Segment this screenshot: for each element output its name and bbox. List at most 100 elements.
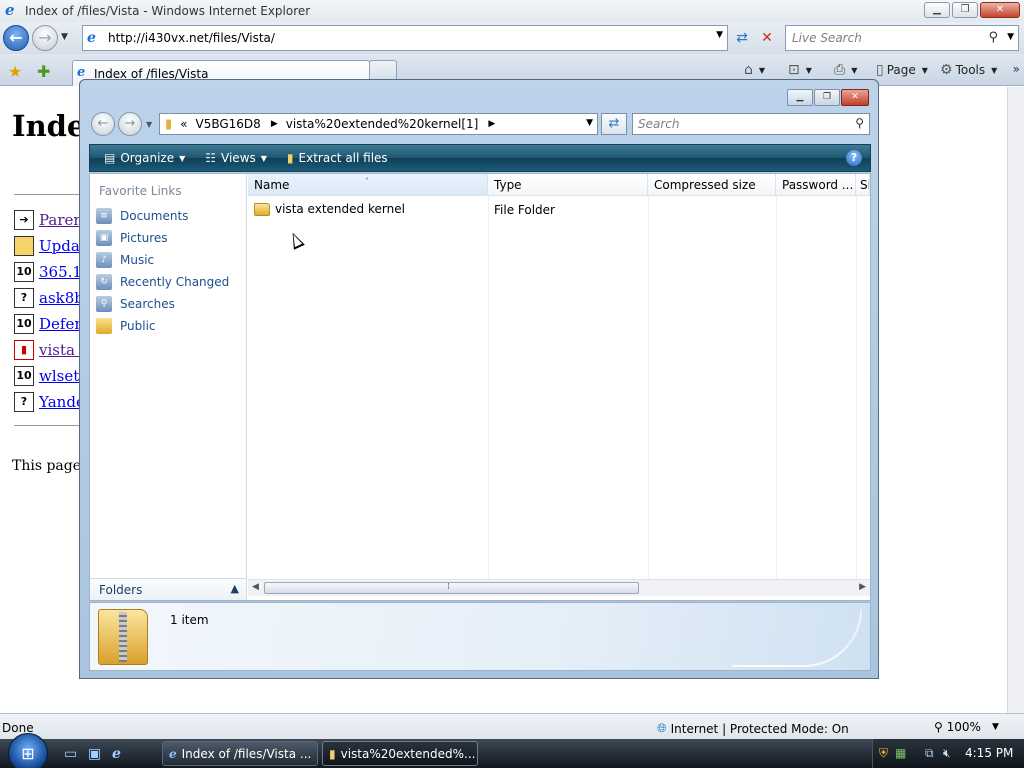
- clock[interactable]: 4:15 PM: [965, 746, 1013, 760]
- show-desktop-icon[interactable]: ▭: [64, 746, 77, 762]
- favorite-link-label: Public: [120, 319, 156, 333]
- favorite-link-public[interactable]: Public: [94, 316, 156, 336]
- tools-menu-label: Tools: [955, 63, 986, 77]
- column-header-name[interactable]: ˄ Name: [248, 174, 488, 196]
- favorite-link-label: Recently Changed: [120, 275, 230, 289]
- scroll-right-arrow-icon[interactable]: ▶: [859, 582, 866, 592]
- extract-all-files-label: Extract all files: [298, 151, 388, 165]
- recently-changed-icon: ↻: [96, 274, 112, 290]
- ie-minimize-button[interactable]: ▁: [924, 2, 950, 18]
- gear-icon: ⚙: [940, 62, 953, 78]
- dir-item[interactable]: ➔ Parent: [14, 209, 89, 231]
- recent-pages-dropdown[interactable]: ▼: [61, 32, 68, 42]
- explorer-maximize-button[interactable]: ❐: [814, 89, 840, 106]
- dir-item[interactable]: Updat: [14, 235, 86, 257]
- feeds-button[interactable]: ⊡ ▼: [788, 62, 812, 78]
- add-to-favorites-icon[interactable]: ✚: [37, 62, 50, 81]
- dir-item[interactable]: ? Yande: [14, 391, 85, 413]
- search-icon[interactable]: ⚲: [988, 30, 998, 45]
- views-button[interactable]: ☷ Views ▼: [199, 146, 273, 170]
- chevron-right-icon[interactable]: ▶: [488, 119, 495, 129]
- explorer-address-bar[interactable]: ▮ « V5BG16D8 ▶ vista%20extended%20kernel…: [159, 113, 598, 135]
- ie-maximize-button[interactable]: ❐: [952, 2, 978, 18]
- chevron-down-icon: ▼: [260, 153, 267, 163]
- favorite-link-recently-changed[interactable]: ↻ Recently Changed: [94, 272, 229, 292]
- address-history-dropdown-icon[interactable]: ▼: [586, 118, 593, 128]
- column-header-size[interactable]: Si: [856, 174, 870, 196]
- dir-item[interactable]: 10 wlsetu: [14, 365, 89, 387]
- back-button[interactable]: ←: [3, 25, 29, 51]
- print-button[interactable]: ⎙ ▼: [834, 62, 857, 78]
- binary-file-icon: 10: [14, 262, 34, 282]
- scroll-left-arrow-icon[interactable]: ◀: [252, 582, 259, 592]
- stop-button[interactable]: ✕: [756, 27, 778, 49]
- search-icon[interactable]: ⚲: [855, 116, 864, 130]
- switch-windows-icon[interactable]: ▣: [88, 746, 101, 762]
- network-icon[interactable]: ⧉: [925, 746, 934, 761]
- windows-update-icon[interactable]: ▦: [895, 746, 906, 760]
- documents-icon: ≡: [96, 208, 112, 224]
- organize-button[interactable]: ▤ Organize ▼: [98, 146, 191, 170]
- security-shield-icon[interactable]: ⛨: [879, 746, 888, 761]
- address-dropdown[interactable]: ▼: [716, 30, 723, 40]
- live-search-box[interactable]: Live Search ⚲ ▼: [785, 25, 1019, 51]
- ie-vertical-scrollbar[interactable]: [1007, 87, 1024, 713]
- explorer-refresh-button[interactable]: ⇄: [601, 113, 627, 135]
- explorer-recent-dropdown-icon[interactable]: ▼: [146, 120, 152, 129]
- taskbar-button-ie[interactable]: e Index of /files/Vista ...: [162, 741, 318, 766]
- favorite-link-pictures[interactable]: ▣ Pictures: [94, 228, 168, 248]
- folders-label: Folders: [99, 583, 143, 597]
- search-options-dropdown[interactable]: ▼: [1007, 32, 1014, 42]
- favorite-link-searches[interactable]: ⚲ Searches: [94, 294, 175, 314]
- explorer-search-box[interactable]: Search ⚲: [632, 113, 870, 135]
- extract-all-files-button[interactable]: ▮ Extract all files: [281, 146, 394, 170]
- chevron-right-icon[interactable]: ▶: [271, 119, 278, 129]
- zoom-level[interactable]: ⚲ 100%: [934, 720, 981, 734]
- ie-title-bar: e Index of /files/Vista - Windows Intern…: [0, 0, 1024, 22]
- zoom-value: 100%: [946, 720, 981, 734]
- favorite-link-music[interactable]: ♪ Music: [94, 250, 154, 270]
- volume-muted-icon[interactable]: 🔇︎: [943, 746, 951, 761]
- home-button[interactable]: ⌂ ▼: [744, 62, 765, 78]
- explorer-window-controls: ▁ ❐ ✕: [787, 89, 869, 106]
- column-header-compressed-size[interactable]: Compressed size: [648, 174, 776, 196]
- horizontal-scrollbar[interactable]: ◀ ⁞ ▶: [248, 579, 870, 596]
- page-menu[interactable]: ▯ Page ▼: [876, 62, 928, 78]
- refresh-button[interactable]: ⇄: [731, 27, 753, 49]
- globe-icon: 🌐︎: [657, 721, 667, 735]
- favorite-link-label: Searches: [120, 297, 175, 311]
- dir-link[interactable]: Yande: [39, 393, 85, 411]
- forward-button[interactable]: →: [32, 25, 58, 51]
- explorer-back-button[interactable]: ←: [91, 112, 115, 136]
- folder-icon: [14, 236, 34, 256]
- compressed-file-icon: ▮: [14, 340, 34, 360]
- explorer-close-button[interactable]: ✕: [841, 89, 869, 106]
- file-row[interactable]: vista extended kernel: [254, 200, 405, 218]
- favorite-link-documents[interactable]: ≡ Documents: [94, 206, 188, 226]
- security-zone[interactable]: 🌐︎ Internet | Protected Mode: On: [657, 721, 849, 736]
- explorer-search-placeholder: Search: [638, 117, 680, 131]
- taskbar-button-explorer[interactable]: ▮ vista%20extended%...: [322, 741, 478, 766]
- tools-menu[interactable]: ⚙ Tools ▼: [940, 62, 997, 78]
- breadcrumb-segment[interactable]: vista%20extended%20kernel[1]: [286, 117, 479, 131]
- toolbar-overflow-chevron-icon[interactable]: »: [1013, 62, 1020, 76]
- column-header-password[interactable]: Password ...: [776, 174, 856, 196]
- folders-toggle[interactable]: Folders ▲: [90, 578, 246, 600]
- unknown-file-icon: ?: [14, 392, 34, 412]
- help-icon[interactable]: ?: [846, 150, 862, 166]
- breadcrumb-prefix[interactable]: «: [180, 117, 187, 131]
- start-button[interactable]: ⊞: [8, 733, 48, 768]
- feeds-dropdown-icon: ▼: [805, 65, 812, 75]
- favorites-center-icon[interactable]: ★: [8, 62, 22, 81]
- breadcrumb-segment[interactable]: V5BG16D8: [196, 117, 261, 131]
- ie-close-button[interactable]: ✕: [980, 2, 1020, 18]
- column-divider: [856, 196, 857, 579]
- explorer-forward-button[interactable]: →: [118, 112, 142, 136]
- zoom-dropdown-icon[interactable]: ▼: [992, 722, 999, 732]
- internet-explorer-quicklaunch-icon[interactable]: e: [112, 746, 121, 762]
- column-header-type[interactable]: Type: [488, 174, 648, 196]
- home-icon: ⌂: [744, 62, 753, 78]
- explorer-minimize-button[interactable]: ▁: [787, 89, 813, 106]
- address-bar[interactable]: e http://i430vx.net/files/Vista/ ▼: [82, 25, 728, 51]
- scrollbar-thumb[interactable]: ⁞: [264, 582, 639, 594]
